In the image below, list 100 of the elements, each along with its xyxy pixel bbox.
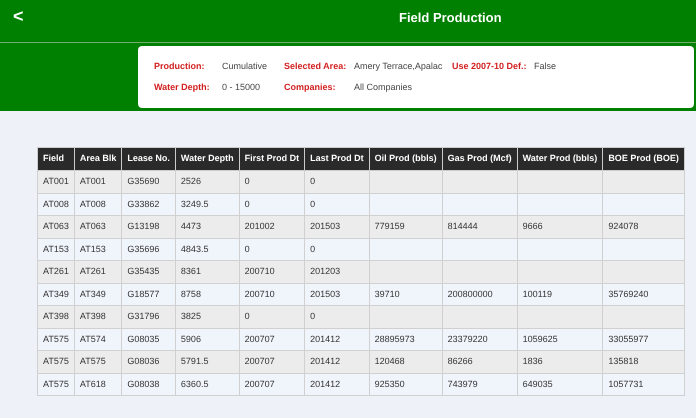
table-cell: G18577 [122,283,176,306]
table-cell: 1059625 [517,328,603,350]
table-cell: 200707 [239,373,305,396]
table-cell: 814444 [442,216,518,238]
table-cell: G31796 [122,306,176,328]
table-cell: 2526 [175,170,240,193]
table-cell: AT008 [38,193,74,216]
page-title: Field Production [399,9,502,27]
filter-label: Production: [154,60,204,72]
table-cell: 0 [239,170,305,193]
table-cell: 4473 [175,216,240,238]
table-cell: G13198 [122,216,176,238]
table-cell: AT261 [74,260,122,283]
table-cell: 201203 [304,260,370,283]
table-cell: AT001 [38,170,74,193]
table-cell: 0 [304,306,370,328]
table-cell: AT398 [74,306,122,328]
table-cell: G08038 [122,373,176,396]
table-cell: G33862 [122,193,176,216]
table-cell: 743979 [442,373,518,396]
table-cell: 201002 [239,216,305,238]
table-cell: 0 [304,238,370,260]
table-cell: AT575 [38,373,74,396]
table-cell: AT574 [74,328,122,350]
column-header: Water Depth [175,148,240,170]
table-cell: AT153 [38,238,74,260]
table-cell: 201503 [304,283,370,306]
filter-value: Amery Terrace,Apalac [354,60,442,73]
table-cell: AT575 [38,350,74,373]
table-cell: 1836 [517,350,603,373]
table-cell: 200707 [239,350,305,373]
table-cell: 3249.5 [175,193,240,216]
table-cell: AT001 [74,170,122,193]
table-cell: 1057731 [602,373,684,396]
filter-value: Cumulative [222,60,268,72]
table-cell: 6360.5 [175,373,240,396]
filter-label: Water Depth: [154,81,210,94]
table-cell: G08036 [122,350,176,373]
back-button[interactable]: < [9,4,28,28]
table-cell: 86266 [442,350,518,373]
table-cell: 924078 [602,216,684,238]
table-cell: 120468 [369,350,442,373]
table-cell: 5791.5 [175,350,240,373]
table-cell: 9666 [517,216,603,238]
table-cell: 200710 [239,260,305,283]
table-cell: 200710 [239,283,305,306]
table-cell: AT618 [74,373,122,396]
table-cell: 0 [239,238,305,260]
table-cell: 0 [304,170,370,193]
table-cell: AT575 [74,350,122,373]
table-cell: AT349 [38,283,74,306]
table-cell: 100119 [517,283,603,306]
table-cell: AT008 [74,193,122,216]
table-cell: 5906 [175,328,240,350]
table-cell: 39710 [369,283,442,306]
column-header: First Prod Dt [239,148,305,170]
column-header: Area Blk [74,148,122,170]
table-cell: G35696 [122,238,176,260]
column-header: Oil Prod (bbls) [369,148,442,170]
column-header: Field [38,148,74,170]
table-cell: 35769240 [602,283,684,306]
table-cell: 201412 [304,328,370,350]
table-cell: 8758 [175,283,240,306]
table-cell: 201503 [304,216,370,238]
table-cell: AT575 [38,328,74,350]
table-cell: 200800000 [442,283,518,306]
table-cell: 4843.5 [175,238,240,260]
column-header: Water Prod (bbls) [517,148,603,170]
table-cell: 28895973 [369,328,442,350]
table-cell: 779159 [369,216,442,238]
filter-value: False [534,60,556,72]
filter-label: Use 2007-10 Def.: [452,60,527,72]
column-header: Gas Prod (Mcf) [442,148,518,170]
table-cell: 33055977 [602,328,684,350]
table-cell: G35690 [122,170,176,193]
table-cell: 0 [239,193,305,216]
filter-label: Selected Area: [284,60,346,72]
table-cell: 8361 [175,260,240,283]
table-cell: 201412 [304,373,370,396]
table-cell: 200707 [239,328,305,350]
table-cell: G35435 [122,260,176,283]
table-cell: AT153 [74,238,122,260]
table-cell: 0 [304,193,370,216]
filter-value: 0 - 15000 [222,81,260,94]
table-cell: AT349 [74,283,122,306]
table-cell: 201412 [304,350,370,373]
table-cell: 23379220 [442,328,518,350]
filter-value: All Companies [354,81,412,94]
table-cell: 135818 [602,350,684,373]
column-header: BOE Prod (BOE) [602,148,684,170]
column-header: Last Prod Dt [304,148,370,170]
table-cell: 649035 [517,373,603,396]
filter-label: Companies: [284,81,336,94]
table-cell: AT063 [74,216,122,238]
table-cell: AT063 [38,216,74,238]
table-cell: AT398 [38,306,74,328]
table-cell: 3825 [175,306,240,328]
table-cell: 0 [239,306,305,328]
table-cell: AT261 [38,260,74,283]
table-cell: 925350 [369,373,442,396]
